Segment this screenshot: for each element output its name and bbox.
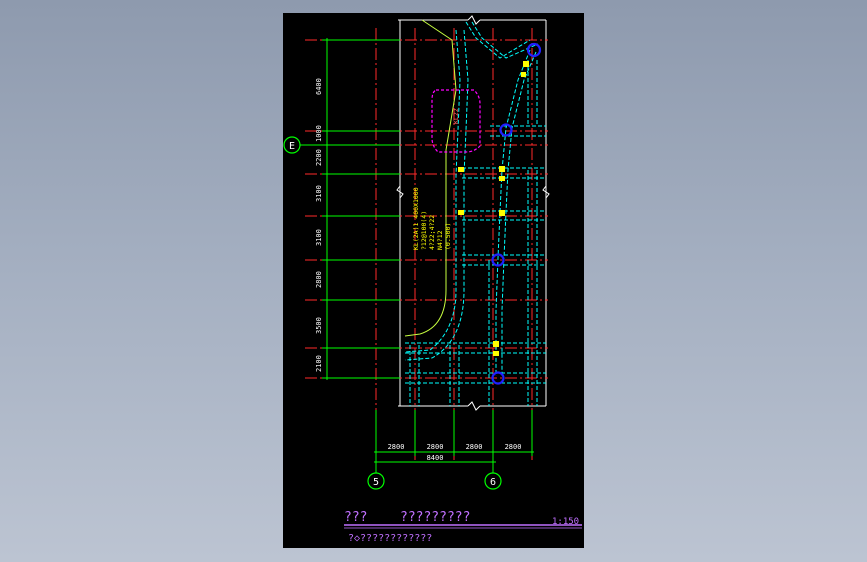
svg-text:1000: 1000 <box>315 125 323 142</box>
title-left: ??? <box>344 510 367 525</box>
cad-drawing-viewport[interactable]: KL22 KL(2A)1 400X1000 ?12@100(4) 4?22;4?… <box>283 13 584 548</box>
svg-text:4?22;4?22: 4?22;4?22 <box>428 215 436 250</box>
left-dimension-chain <box>322 38 400 380</box>
subtitle: ?◇???????????? <box>348 533 432 544</box>
svg-text:8400: 8400 <box>427 454 444 462</box>
svg-text:2800: 2800 <box>466 443 483 451</box>
axis-bubble-6: 6 <box>484 466 502 490</box>
title-block: ??? ????????? 1:150 ?◇???????????? <box>344 510 582 544</box>
svg-text:2200: 2200 <box>315 149 323 166</box>
row-dimension-labels: 6400 1000 2200 3100 3100 2800 3500 2100 <box>315 78 323 372</box>
beam-tag: KL22 <box>452 108 460 124</box>
svg-text:3100: 3100 <box>315 185 323 202</box>
svg-text:2800: 2800 <box>505 443 522 451</box>
axis-bubble-5: 5 <box>367 466 385 490</box>
svg-text:3500: 3500 <box>315 317 323 334</box>
svg-text:N4?12: N4?12 <box>436 230 444 250</box>
title-main: ????????? <box>400 510 470 525</box>
svg-text:2800: 2800 <box>315 271 323 288</box>
svg-text:6: 6 <box>490 477 496 488</box>
svg-text:?12@100(4): ?12@100(4) <box>420 211 428 250</box>
svg-text:KL(2A)1 400X1000: KL(2A)1 400X1000 <box>412 187 420 250</box>
svg-text:2800: 2800 <box>427 443 444 451</box>
svg-text:2100: 2100 <box>315 355 323 372</box>
svg-text:E: E <box>289 141 295 152</box>
svg-text:2800: 2800 <box>388 443 405 451</box>
slab-edge-line <box>404 19 457 337</box>
svg-text:6400: 6400 <box>315 78 323 95</box>
svg-text:(0.500): (0.500) <box>444 223 452 250</box>
svg-text:5: 5 <box>373 477 379 488</box>
svg-text:3100: 3100 <box>315 229 323 246</box>
